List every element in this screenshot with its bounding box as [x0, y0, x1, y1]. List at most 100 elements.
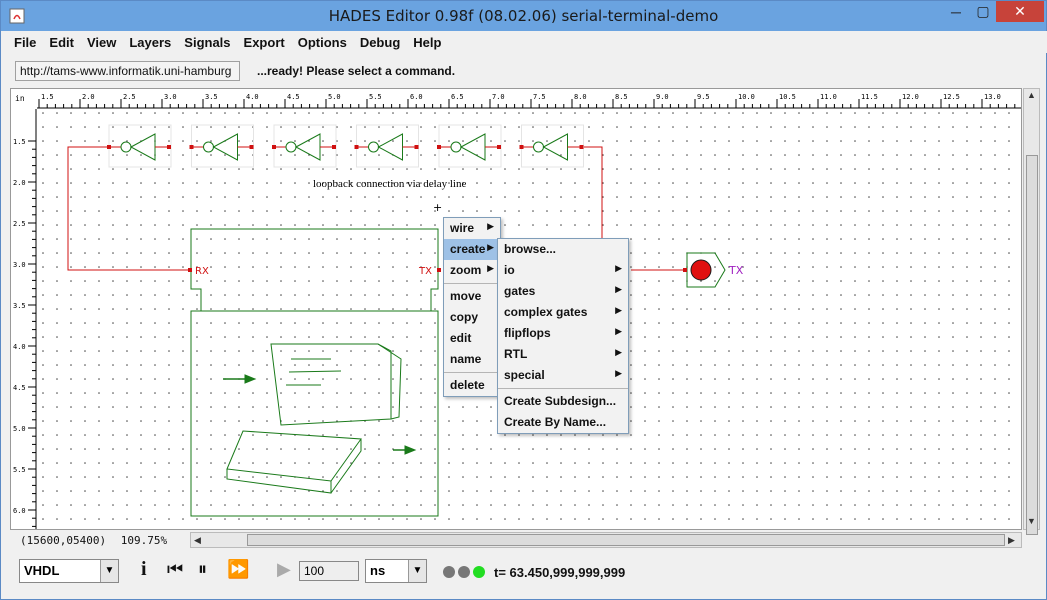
- ruler-tick-label: 4.0: [13, 343, 26, 351]
- menu-view[interactable]: View: [87, 35, 116, 50]
- create-flipflops[interactable]: flipflops ▶: [498, 323, 628, 344]
- create-subdesign[interactable]: Create Subdesign...: [498, 391, 628, 412]
- rewind-icon[interactable]: ⏮: [167, 559, 183, 580]
- info-icon[interactable]: i: [141, 558, 147, 581]
- create-special[interactable]: special ▶: [498, 365, 628, 386]
- scroll-right-arrow[interactable]: ▶: [1008, 535, 1015, 546]
- create-rtl[interactable]: RTL ▶: [498, 344, 628, 365]
- ruler-tick-label: 7.0: [492, 93, 505, 101]
- status-led-running: [473, 566, 485, 578]
- cursor-coords: (15600,05400) 109.75%: [20, 534, 167, 547]
- submenu-arrow-icon: ▶: [615, 368, 622, 378]
- zoom-level: 109.75%: [120, 534, 168, 547]
- create-by-name[interactable]: Create By Name...: [498, 412, 628, 433]
- menu-debug[interactable]: Debug: [360, 35, 400, 50]
- ruler-tick-label: 4.0: [246, 93, 259, 101]
- ruler-tick-label: 6.0: [13, 507, 26, 515]
- status-message: ...ready! Please select a command.: [257, 64, 456, 78]
- ruler-tick-label: 2.5: [13, 220, 26, 228]
- simulation-time: t= 63.450,999,999,999: [494, 565, 626, 580]
- ruler-tick-label: 3.5: [205, 93, 218, 101]
- context-menu-copy[interactable]: copy: [444, 307, 500, 328]
- chevron-down-icon[interactable]: ▼: [100, 560, 118, 582]
- rx-port-label: RX: [195, 266, 209, 277]
- scroll-down-arrow[interactable]: ▼: [1027, 516, 1036, 526]
- submenu-arrow-icon: ▶: [615, 326, 622, 336]
- pause-icon[interactable]: ⏸: [198, 559, 207, 580]
- ruler-tick-label: 11.0: [820, 93, 837, 101]
- context-menu-name[interactable]: name: [444, 349, 500, 370]
- ruler-tick-label: 2.5: [123, 93, 136, 101]
- tx-port-pin[interactable]: [437, 268, 441, 272]
- context-menu-edit[interactable]: edit: [444, 328, 500, 349]
- ruler-tick-label: 13.0: [984, 93, 1001, 101]
- submenu-arrow-icon: ▶: [615, 347, 622, 357]
- context-menu: wire ▶ create ▶ zoom ▶ move copy edit name …: [443, 217, 501, 397]
- maximize-button[interactable]: ▢: [970, 1, 996, 22]
- menu-help[interactable]: Help: [413, 35, 441, 50]
- chevron-down-icon[interactable]: ▼: [408, 560, 426, 582]
- context-menu-zoom[interactable]: zoom ▶: [444, 260, 500, 281]
- ruler-tick-label: 8.5: [615, 93, 628, 101]
- menu-file[interactable]: File: [14, 35, 36, 50]
- ruler-tick-label: 8.0: [574, 93, 587, 101]
- ruler-tick-label: 5.5: [369, 93, 382, 101]
- ruler-tick-label: 1.5: [13, 138, 26, 146]
- ruler-tick-label: 10.5: [779, 93, 796, 101]
- menu-separator: [444, 372, 500, 373]
- ruler-tick-label: 9.5: [697, 93, 710, 101]
- time-unit-select[interactable]: ns ▼: [365, 559, 427, 583]
- create-io[interactable]: io ▶: [498, 260, 628, 281]
- ruler-tick-label: 12.5: [943, 93, 960, 101]
- ruler-tick-label: 11.5: [861, 93, 878, 101]
- app-window: HADES Editor 0.98f (08.02.06) serial-ter…: [0, 0, 1047, 600]
- submenu-arrow-icon: ▶: [487, 242, 494, 252]
- time-unit-value: ns: [370, 563, 386, 578]
- menu-signals[interactable]: Signals: [184, 35, 230, 50]
- ruler-tick-label: 1.5: [41, 93, 54, 101]
- status-led-2: [458, 566, 470, 578]
- minimize-button[interactable]: ─: [942, 1, 970, 22]
- scroll-left-arrow[interactable]: ◀: [194, 535, 201, 546]
- language-select[interactable]: VHDL ▼: [19, 559, 119, 583]
- menu-layers[interactable]: Layers: [129, 35, 171, 50]
- menu-separator: [444, 283, 500, 284]
- tx-output-label: TX: [728, 264, 744, 277]
- create-complex-gates[interactable]: complex gates ▶: [498, 302, 628, 323]
- rx-port-pin[interactable]: [188, 268, 192, 272]
- simulation-controls: VHDL ▼ i ⏮ ⏸ ⏩ ▶ 100 ns ▼ t= 63.450,999,…: [1, 553, 1046, 593]
- context-menu-wire[interactable]: wire ▶: [444, 218, 500, 239]
- title-bar: HADES Editor 0.98f (08.02.06) serial-ter…: [1, 1, 1046, 31]
- crosshair-marker: +: [433, 201, 442, 214]
- play-icon[interactable]: ▶: [277, 559, 291, 580]
- vertical-scrollbar[interactable]: ▲ ▼: [1023, 88, 1040, 535]
- context-menu-create[interactable]: create ▶: [444, 239, 500, 260]
- scroll-up-arrow[interactable]: ▲: [1027, 90, 1036, 100]
- fast-forward-icon[interactable]: ⏩: [227, 559, 249, 580]
- create-browse[interactable]: browse...: [498, 239, 628, 260]
- vertical-scroll-thumb[interactable]: [1026, 155, 1038, 535]
- ruler-tick-label: 2.0: [82, 93, 95, 101]
- ruler-tick-label: 3.0: [164, 93, 177, 101]
- url-field[interactable]: http://tams-www.informatik.uni-hamburg: [15, 61, 240, 81]
- menu-export[interactable]: Export: [244, 35, 285, 50]
- context-menu-delete[interactable]: delete: [444, 375, 500, 396]
- horizontal-scroll-thumb[interactable]: [247, 534, 1005, 546]
- ruler-tick-label: 12.0: [902, 93, 919, 101]
- ruler-unit-label: in: [15, 94, 25, 103]
- horizontal-scrollbar[interactable]: ◀ ▶: [190, 532, 1022, 548]
- context-menu-move[interactable]: move: [444, 286, 500, 307]
- submenu-arrow-icon: ▶: [615, 284, 622, 294]
- create-gates[interactable]: gates ▶: [498, 281, 628, 302]
- menu-edit[interactable]: Edit: [49, 35, 74, 50]
- ruler-tick-label: 2.0: [13, 179, 26, 187]
- menu-options[interactable]: Options: [298, 35, 347, 50]
- ruler-tick-label: 5.5: [13, 466, 26, 474]
- ruler-tick-label: 5.0: [13, 425, 26, 433]
- close-button[interactable]: ✕: [996, 1, 1044, 22]
- step-input[interactable]: 100: [299, 561, 359, 581]
- ruler-tick-label: 4.5: [13, 384, 26, 392]
- language-value: VHDL: [24, 563, 60, 578]
- coords-value: (15600,05400): [20, 534, 107, 547]
- ruler-tick-label: 3.5: [13, 302, 26, 310]
